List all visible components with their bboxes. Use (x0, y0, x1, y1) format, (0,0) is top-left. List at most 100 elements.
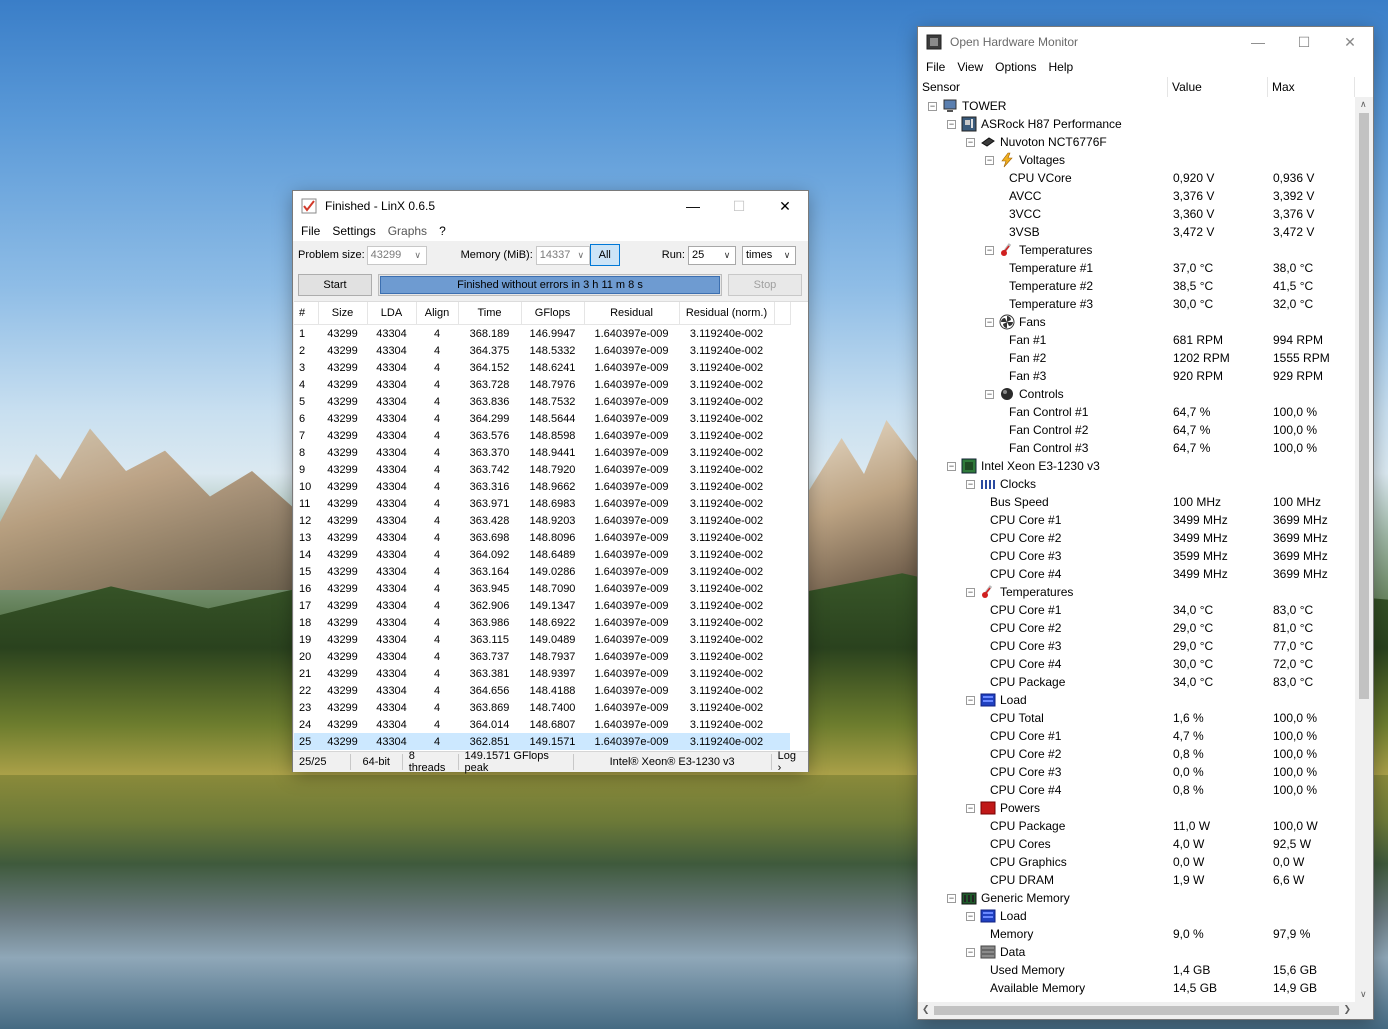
sensor-row[interactable]: CPU DRAM 1,9 W 6,6 W (918, 871, 1355, 889)
col-size[interactable]: Size (318, 302, 368, 325)
collapse-toggle-icon[interactable]: − (947, 461, 956, 471)
tree-group[interactable]: − Nuvoton NCT6776F (918, 133, 1355, 151)
sensor-row[interactable]: CPU Core #1 4,7 % 100,0 % (918, 727, 1355, 745)
table-row[interactable]: 10 43299 43304 4 363.316 148.9662 1.640397e-00… (294, 478, 790, 495)
col-time[interactable]: Time (458, 302, 522, 325)
table-row[interactable]: 18 43299 43304 4 363.986 148.6922 1.640397e-00… (294, 614, 790, 631)
table-row[interactable]: 21 43299 43304 4 363.381 148.9397 1.640397e-00… (294, 665, 790, 682)
table-row[interactable]: 16 43299 43304 4 363.945 148.7090 1.640397e-00… (294, 580, 790, 597)
ohm-close-button[interactable]: ✕ (1327, 27, 1373, 57)
sensor-row[interactable]: 3VSB 3,472 V 3,472 V (918, 223, 1355, 241)
col-max[interactable]: Max (1268, 77, 1355, 97)
tree-group[interactable]: − Clocks (918, 475, 1355, 493)
vertical-scrollbar[interactable]: ∧ ∨ (1355, 97, 1373, 1002)
tree-group[interactable]: − Load (918, 691, 1355, 709)
sensor-row[interactable]: 3VCC 3,360 V 3,376 V (918, 205, 1355, 223)
menu-file[interactable]: File (295, 224, 326, 238)
collapse-toggle-icon[interactable]: − (985, 317, 994, 327)
sensor-row[interactable]: CPU VCore 0,920 V 0,936 V (918, 169, 1355, 187)
collapse-toggle-icon[interactable]: − (966, 479, 975, 489)
tree-group[interactable]: − Intel Xeon E3-1230 v3 (918, 457, 1355, 475)
sensor-row[interactable]: Fan Control #1 64,7 % 100,0 % (918, 403, 1355, 421)
collapse-toggle-icon[interactable]: − (928, 101, 937, 111)
tree-group[interactable]: − Fans (918, 313, 1355, 331)
collapse-toggle-icon[interactable]: − (947, 119, 956, 129)
tree-group[interactable]: − TOWER (918, 97, 1355, 115)
ohm-titlebar[interactable]: Open Hardware Monitor — ☐ ✕ (918, 27, 1373, 57)
sensor-row[interactable]: Bus Speed 100 MHz 100 MHz (918, 493, 1355, 511)
sensor-row[interactable]: AVCC 3,376 V 3,392 V (918, 187, 1355, 205)
hscroll-thumb[interactable] (934, 1006, 1339, 1015)
sensor-row[interactable]: Fan Control #3 64,7 % 100,0 % (918, 439, 1355, 457)
menu-help[interactable]: ? (433, 224, 452, 238)
run-unit-combo[interactable]: times ∨ (742, 245, 796, 265)
collapse-toggle-icon[interactable]: − (966, 137, 975, 147)
table-row[interactable]: 23 43299 43304 4 363.869 148.7400 1.640397e-00… (294, 699, 790, 716)
linx-titlebar[interactable]: Finished - LinX 0.6.5 — ☐ ✕ (293, 191, 808, 221)
sensor-row[interactable]: Fan Control #2 64,7 % 100,0 % (918, 421, 1355, 439)
table-row[interactable]: 9 43299 43304 4 363.742 148.7920 1.640397e-009… (294, 461, 790, 478)
tree-group[interactable]: − Temperatures (918, 583, 1355, 601)
sensor-row[interactable]: CPU Graphics 0,0 W 0,0 W (918, 853, 1355, 871)
sensor-row[interactable]: Temperature #3 30,0 °C 32,0 °C (918, 295, 1355, 313)
table-row[interactable]: 22 43299 43304 4 364.656 148.4188 1.640397e-00… (294, 682, 790, 699)
collapse-toggle-icon[interactable]: − (966, 911, 975, 921)
ohm-maximize-button[interactable]: ☐ (1281, 27, 1327, 57)
col-align[interactable]: Align (416, 302, 459, 325)
table-row[interactable]: 2 43299 43304 4 364.375 148.5332 1.640397e-009… (294, 342, 790, 359)
table-row[interactable]: 12 43299 43304 4 363.428 148.9203 1.640397e-00… (294, 512, 790, 529)
problem-size-combo[interactable]: 43299 ∨ (366, 245, 427, 265)
tree-group[interactable]: − Temperatures (918, 241, 1355, 259)
table-row[interactable]: 20 43299 43304 4 363.737 148.7937 1.640397e-00… (294, 648, 790, 665)
ohm-menu-view[interactable]: View (951, 60, 989, 74)
memory-combo[interactable]: 14337 ∨ (535, 245, 590, 265)
maximize-button[interactable]: ☐ (716, 191, 762, 221)
start-button[interactable]: Start (298, 274, 372, 296)
col-value[interactable]: Value (1168, 77, 1268, 97)
close-button[interactable]: ✕ (762, 191, 808, 221)
table-row[interactable]: 15 43299 43304 4 363.164 149.0286 1.640397e-00… (294, 563, 790, 580)
sensor-row[interactable]: CPU Core #4 3499 MHz 3699 MHz (918, 565, 1355, 583)
log-button[interactable]: Log › (772, 750, 808, 774)
ohm-minimize-button[interactable]: — (1235, 27, 1281, 57)
col-lda[interactable]: LDA (367, 302, 417, 325)
table-row[interactable]: 6 43299 43304 4 364.299 148.5644 1.640397e-009… (294, 410, 790, 427)
table-row[interactable]: 14 43299 43304 4 364.092 148.6489 1.640397e-00… (294, 546, 790, 563)
table-row[interactable]: 3 43299 43304 4 364.152 148.6241 1.640397e-009… (294, 359, 790, 376)
horizontal-scrollbar[interactable]: ❮ ❯ (918, 1002, 1355, 1019)
minimize-button[interactable]: — (670, 191, 716, 221)
menu-graphs[interactable]: Graphs (382, 224, 433, 238)
stop-button[interactable]: Stop (728, 274, 802, 296)
col-index[interactable]: # (294, 302, 319, 325)
sensor-row[interactable]: Fan #2 1202 RPM 1555 RPM (918, 349, 1355, 367)
collapse-toggle-icon[interactable]: − (985, 155, 994, 165)
sensor-row[interactable]: CPU Core #1 3499 MHz 3699 MHz (918, 511, 1355, 529)
ohm-menu-file[interactable]: File (920, 60, 951, 74)
run-count-combo[interactable]: 25 ∨ (688, 245, 736, 265)
sensor-row[interactable]: Fan #1 681 RPM 994 RPM (918, 331, 1355, 349)
table-row[interactable]: 8 43299 43304 4 363.370 148.9441 1.640397e-009… (294, 444, 790, 461)
sensor-row[interactable]: CPU Cores 4,0 W 92,5 W (918, 835, 1355, 853)
sensor-row[interactable]: CPU Package 34,0 °C 83,0 °C (918, 673, 1355, 691)
collapse-toggle-icon[interactable]: − (947, 893, 956, 903)
table-row[interactable]: 1 43299 43304 4 368.189 146.9947 1.640397e-009… (294, 325, 790, 343)
table-row[interactable]: 17 43299 43304 4 362.906 149.1347 1.640397e-00… (294, 597, 790, 614)
col-residual-norm[interactable]: Residual (norm.) (679, 302, 775, 325)
tree-group[interactable]: − Controls (918, 385, 1355, 403)
ohm-menu-help[interactable]: Help (1043, 60, 1080, 74)
sensor-row[interactable]: Memory 9,0 % 97,9 % (918, 925, 1355, 943)
sensor-row[interactable]: Available Memory 14,5 GB 14,9 GB (918, 979, 1355, 997)
table-row[interactable]: 5 43299 43304 4 363.836 148.7532 1.640397e-009… (294, 393, 790, 410)
tree-group[interactable]: − Load (918, 907, 1355, 925)
sensor-row[interactable]: CPU Package 11,0 W 100,0 W (918, 817, 1355, 835)
collapse-toggle-icon[interactable]: − (966, 947, 975, 957)
sensor-row[interactable]: CPU Total 1,6 % 100,0 % (918, 709, 1355, 727)
sensor-row[interactable]: Temperature #1 37,0 °C 38,0 °C (918, 259, 1355, 277)
sensor-row[interactable]: Used Memory 1,4 GB 15,6 GB (918, 961, 1355, 979)
sensor-row[interactable]: CPU Core #2 29,0 °C 81,0 °C (918, 619, 1355, 637)
table-row[interactable]: 7 43299 43304 4 363.576 148.8598 1.640397e-009… (294, 427, 790, 444)
tree-group[interactable]: − ASRock H87 Performance (918, 115, 1355, 133)
sensor-row[interactable]: CPU Core #1 34,0 °C 83,0 °C (918, 601, 1355, 619)
tree-group[interactable]: − Powers (918, 799, 1355, 817)
col-residual[interactable]: Residual (584, 302, 680, 325)
